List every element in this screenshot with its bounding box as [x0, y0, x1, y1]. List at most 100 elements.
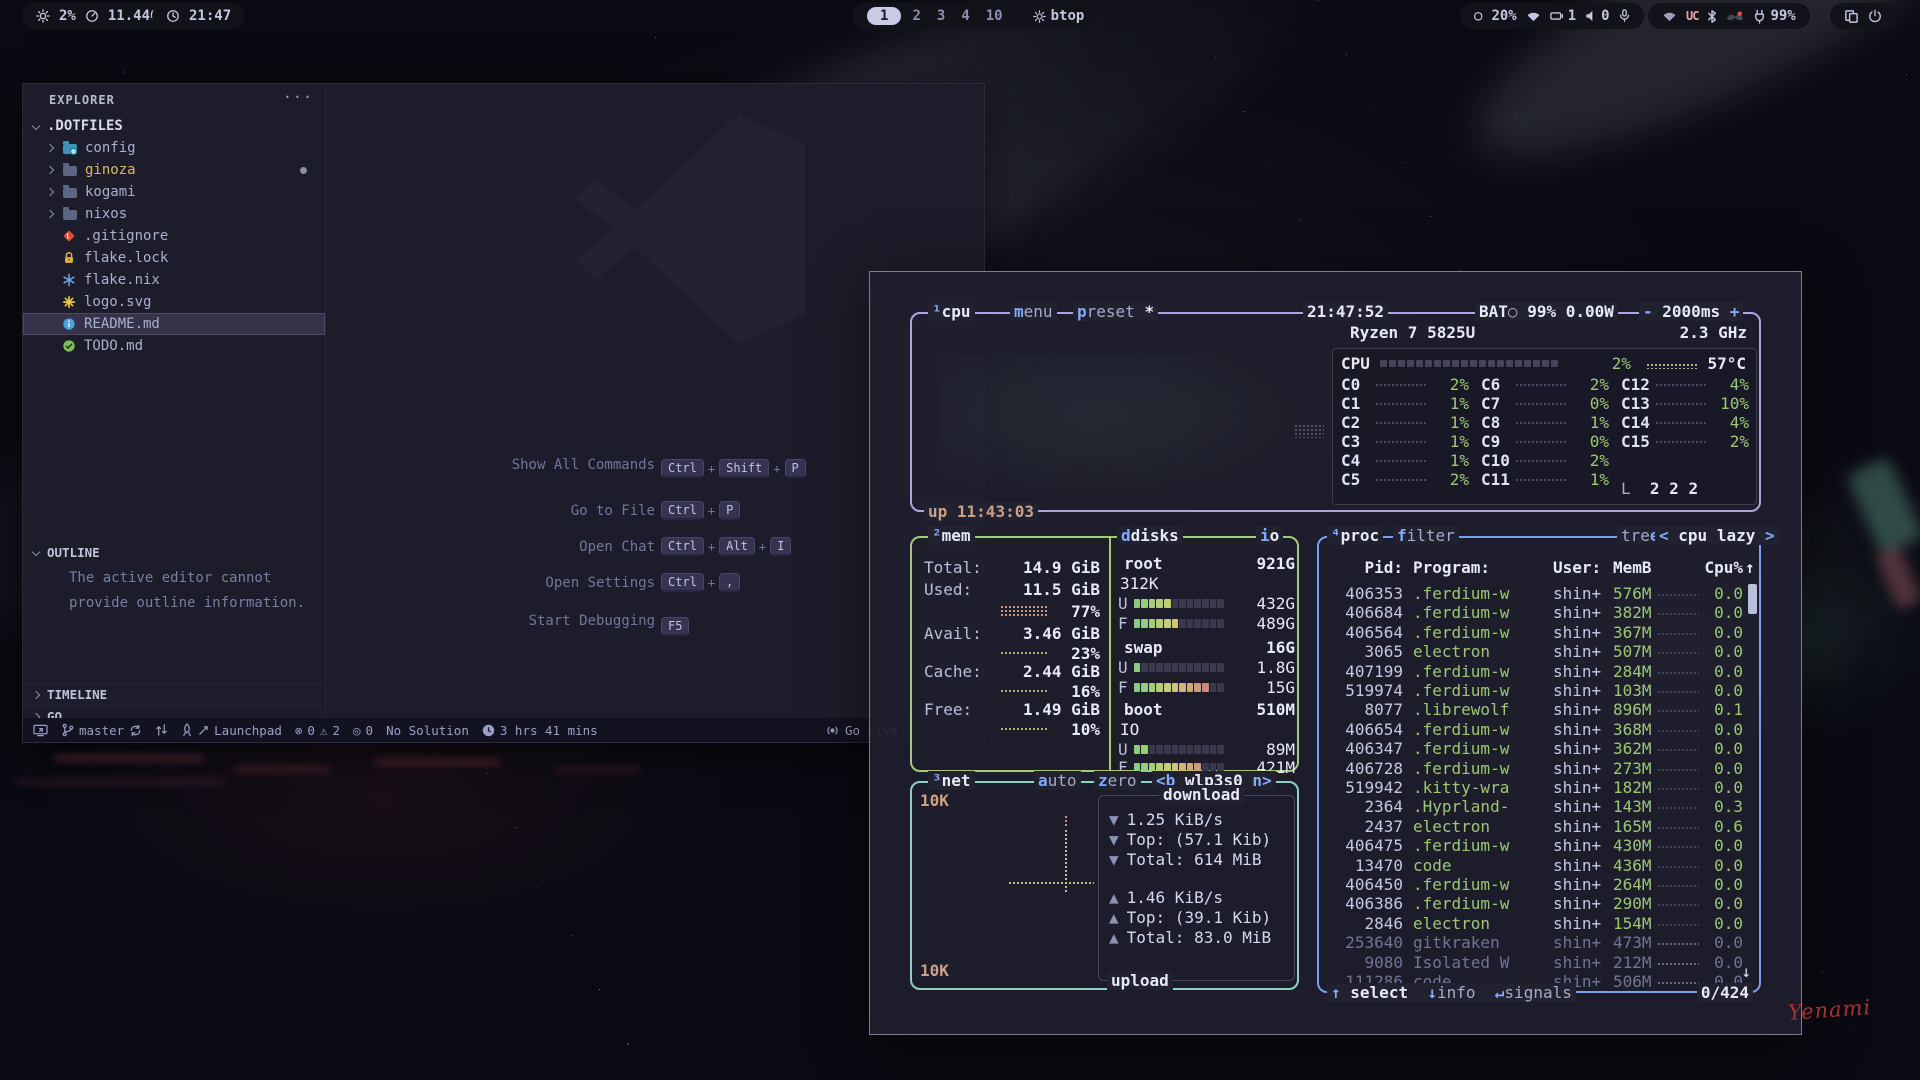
star [655, 37, 656, 38]
key-P: P [785, 459, 806, 478]
launchpad-item[interactable]: Launchpad [181, 723, 282, 738]
process-row[interactable]: 406564.ferdium-wshin+367M0.0 [1319, 623, 1759, 642]
workspace-4[interactable]: 4 [956, 8, 974, 24]
proc-sort-control[interactable]: < cpu lazy > [1655, 526, 1779, 545]
process-row[interactable]: 406386.ferdium-wshin+290M0.0 [1319, 894, 1759, 913]
folder-icon [63, 166, 77, 176]
tree-item-README.md[interactable]: README.md [23, 313, 325, 335]
file-name: README.md [84, 316, 160, 332]
scroll-down-icon[interactable]: ↓ [1741, 962, 1751, 981]
status-bar: 2% 11.44GB 21:47 123410 btop ○ 20% 1 [0, 0, 1920, 32]
process-row[interactable]: 13470codeshin+436M0.0 [1319, 856, 1759, 875]
system-tray-pill[interactable]: UC 99% [1648, 3, 1810, 29]
ports-indicator[interactable]: ◎ 0 [353, 723, 373, 738]
net-box-title[interactable]: ³net [928, 771, 975, 790]
active-app[interactable]: btop [1033, 8, 1085, 24]
process-row[interactable]: 407199.ferdium-wshin+284M0.0 [1319, 662, 1759, 681]
disk-name-row: boot510M [1118, 700, 1295, 719]
clock-pill[interactable]: 21:47 [152, 3, 245, 29]
file-name: kogami [85, 184, 136, 200]
mem-box-title[interactable]: ²mem [928, 526, 975, 545]
modified-dot [300, 167, 307, 174]
tree-item-.gitignore[interactable]: .gitignore [23, 225, 325, 247]
net-stat-row: ▼1.25 KiB/s [1109, 810, 1223, 829]
proc-box-title[interactable]: ⁴proc [1327, 526, 1383, 545]
io-mode-button[interactable]: io [1256, 526, 1283, 545]
process-row[interactable]: 406684.ferdium-wshin+382M0.0 [1319, 603, 1759, 622]
net-zero-button[interactable]: zero [1094, 771, 1141, 790]
process-row[interactable]: 406347.ferdium-wshin+362M0.0 [1319, 739, 1759, 758]
process-row[interactable]: 406475.ferdium-wshin+430M0.0 [1319, 836, 1759, 855]
problems-indicator[interactable]: ⊗ 0 ⚠ 2 [295, 723, 340, 738]
time-tracker[interactable]: 3 hrs 41 mins [482, 723, 598, 738]
preset-button[interactable]: preset * [1073, 302, 1158, 321]
process-row[interactable]: 519942.kitty-wrashin+182M0.0 [1319, 778, 1759, 797]
outline-section-header[interactable]: OUTLINE [23, 541, 325, 563]
meter-cell [1470, 360, 1477, 367]
workspace-10[interactable]: 10 [981, 8, 1008, 24]
process-row[interactable]: 406353.ferdium-wshin+576M0.0 [1319, 584, 1759, 603]
chevron-right-icon [46, 188, 54, 196]
session-pill[interactable] [1830, 3, 1896, 29]
disk-meter [1134, 663, 1224, 672]
process-row[interactable]: 519974.ferdium-wshin+103M0.0 [1319, 681, 1759, 700]
proc-scrollbar[interactable] [1748, 584, 1757, 614]
branch-name: master [79, 723, 124, 738]
process-row[interactable]: 2437electronshin+165M0.6 [1319, 817, 1759, 836]
process-row[interactable]: 406654.ferdium-wshin+368M0.0 [1319, 720, 1759, 739]
workspace-1[interactable]: 1 [867, 7, 901, 25]
info-icon [61, 317, 76, 331]
tree-item-config[interactable]: config [23, 137, 325, 159]
chevron-right-icon [46, 166, 54, 174]
timeline-section-header[interactable]: TIMELINE [23, 683, 325, 705]
hardware-status-pill[interactable]: ○ 20% 1 0 [1460, 3, 1644, 29]
memory-gauge-icon [85, 9, 99, 23]
process-row[interactable]: 2846electronshin+154M0.0 [1319, 914, 1759, 933]
net-auto-button[interactable]: auto [1034, 771, 1081, 790]
star [1215, 57, 1216, 58]
tree-item-kogami[interactable]: kogami [23, 181, 325, 203]
process-row[interactable]: 406450.ferdium-wshin+264M0.0 [1319, 875, 1759, 894]
workspace-3[interactable]: 3 [932, 8, 950, 24]
load-average: L 2 2 2 [1621, 479, 1698, 498]
tree-item-ginoza[interactable]: ginoza [23, 159, 325, 181]
cpu-frequency: 2.3 GHz [1680, 323, 1747, 342]
star [515, 827, 516, 828]
process-row[interactable]: 2364.Hyprland-shin+143M0.3 [1319, 797, 1759, 816]
process-row[interactable]: 9080Isolated Wshin+212M0.0 [1319, 953, 1759, 972]
tree-item-flake.lock[interactable]: flake.lock [23, 247, 325, 269]
tree-item-flake.nix[interactable]: flake.nix [23, 269, 325, 291]
proc-header-row[interactable]: Pid: Program: User: MemB Cpu% ↑ [1319, 558, 1759, 578]
tree-item-nixos[interactable]: nixos [23, 203, 325, 225]
error-icon: ⊗ [295, 723, 303, 738]
tree-item-TODO.md[interactable]: TODO.md [23, 335, 325, 357]
explorer-more-button[interactable]: ··· [283, 88, 313, 106]
process-row[interactable]: 253640gitkrakenshin+473M0.0 [1319, 933, 1759, 952]
tree-root-dotfiles[interactable]: .DOTFILES [23, 115, 325, 137]
git-branch-icon [61, 723, 74, 737]
col-cpu: Cpu% [1699, 558, 1743, 577]
process-row[interactable]: 3065electronshin+507M0.0 [1319, 642, 1759, 661]
workspaces-pill: 1234 10 btop [853, 3, 1098, 29]
solution-indicator[interactable]: No Solution [386, 723, 469, 738]
net-stat-row: ▼Total: 614 MiB [1109, 850, 1262, 869]
meter-cell [1479, 360, 1486, 367]
update-interval-control[interactable]: - 2000ms + [1639, 302, 1743, 321]
git-branch-indicator[interactable]: master [61, 723, 142, 738]
lock-icon [61, 251, 76, 265]
network-box: ³net auto zero <b wlp3s0 n> 10K 10K down… [910, 781, 1299, 990]
disks-title[interactable]: ddisks [1117, 526, 1183, 545]
menu-button[interactable]: menu [1010, 302, 1057, 321]
proc-footer-keys[interactable]: ↑ select ↓info ↵signals [1327, 983, 1576, 1002]
git-compare-indicator[interactable] [155, 723, 168, 737]
key-Ctrl: Ctrl [661, 537, 704, 556]
net-graph-dots [1008, 881, 1094, 885]
cpu-box-title[interactable]: ¹cpu [928, 302, 975, 321]
workspace-2[interactable]: 2 [907, 8, 925, 24]
disk-bar-row: F15G [1118, 678, 1295, 697]
proc-filter-button[interactable]: filter [1393, 526, 1459, 545]
tree-item-logo.svg[interactable]: logo.svg [23, 291, 325, 313]
process-row[interactable]: 8077.librewolfshin+896M0.1 [1319, 700, 1759, 719]
remote-indicator[interactable] [33, 724, 48, 737]
process-row[interactable]: 406728.ferdium-wshin+273M0.0 [1319, 759, 1759, 778]
